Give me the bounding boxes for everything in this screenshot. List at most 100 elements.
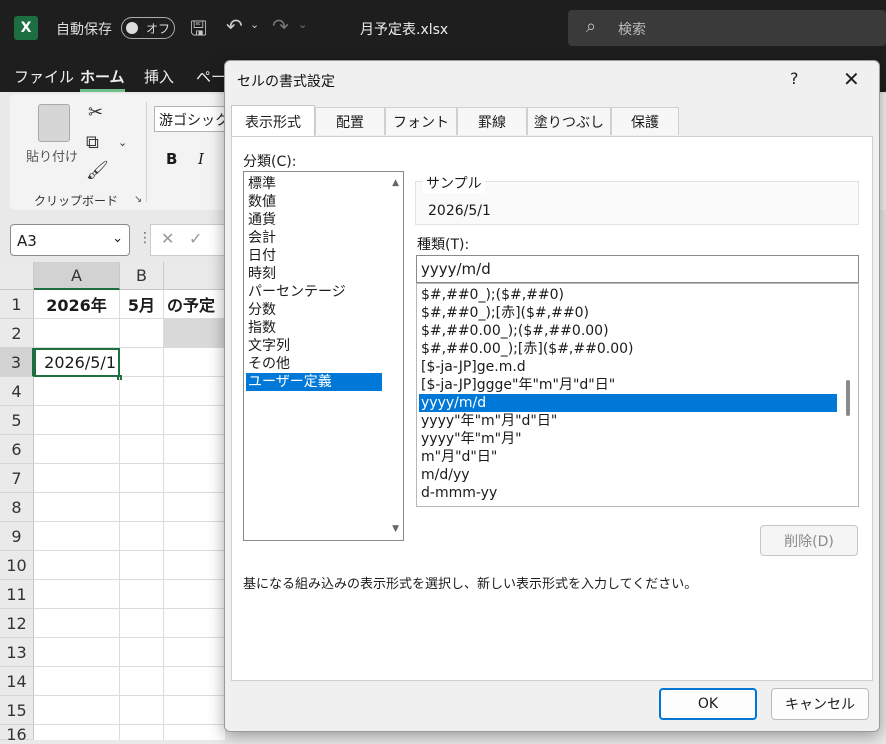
category-item-selected[interactable]: ユーザー定義	[246, 373, 382, 391]
scroll-down-icon[interactable]: ▼	[392, 524, 399, 534]
row-header[interactable]: 2	[0, 319, 34, 348]
select-all-corner[interactable]	[0, 262, 34, 290]
category-list[interactable]: 標準 数値 通貨 会計 日付 時刻 パーセンテージ 分数 指数 文字列 その他 …	[243, 171, 404, 541]
category-item[interactable]: 標準	[246, 175, 382, 193]
undo-dropdown-icon[interactable]: ⌄	[250, 18, 259, 31]
cell-b3[interactable]	[120, 348, 164, 377]
column-header-a[interactable]: A	[34, 262, 120, 290]
autosave-toggle[interactable]: オフ	[121, 17, 175, 39]
redo-dropdown-icon[interactable]: ⌄	[298, 18, 307, 31]
cell-a3[interactable]: 2026/5/1	[34, 348, 120, 377]
tab-alignment[interactable]: 配置	[315, 107, 385, 135]
column-header-c[interactable]	[164, 262, 225, 290]
bold-button[interactable]: B	[166, 150, 177, 168]
format-item[interactable]: $#,##0.00_);[赤]($#,##0.00)	[419, 340, 837, 358]
sample-value: 2026/5/1	[428, 203, 491, 219]
format-item[interactable]: d-mmm-yy	[419, 484, 837, 502]
chevron-down-icon[interactable]: ⌄	[112, 231, 123, 246]
file-name: 月予定表.xlsx	[360, 22, 449, 38]
format-list[interactable]: $#,##0_);($#,##0) $#,##0_);[赤]($#,##0) $…	[416, 283, 859, 507]
search-box[interactable]: ⌕ 検索	[568, 10, 886, 46]
cell-a2[interactable]	[34, 319, 120, 348]
category-label: 分類(C):	[243, 154, 297, 170]
row-header[interactable]: 4	[0, 377, 34, 406]
category-item[interactable]: 通貨	[246, 211, 382, 229]
row-header[interactable]: 11	[0, 580, 34, 609]
row-header[interactable]: 10	[0, 551, 34, 580]
row-header[interactable]: 13	[0, 638, 34, 667]
paste-icon[interactable]	[38, 104, 70, 142]
format-painter-icon[interactable]: 🖌	[86, 160, 109, 181]
menu-file[interactable]: ファイル	[14, 66, 74, 87]
format-item[interactable]: [$-ja-JP]ge.m.d	[419, 358, 837, 376]
format-item[interactable]: $#,##0_);[赤]($#,##0)	[419, 304, 837, 322]
category-item[interactable]: パーセンテージ	[246, 283, 382, 301]
cell-c3[interactable]	[164, 348, 225, 377]
cancel-button[interactable]: キャンセル	[771, 688, 869, 720]
tab-fill[interactable]: 塗りつぶし	[527, 107, 611, 135]
menu-home[interactable]: ホーム	[80, 66, 125, 92]
menu-page[interactable]: ペー	[196, 66, 226, 87]
category-item[interactable]: 会計	[246, 229, 382, 247]
italic-button[interactable]: I	[198, 150, 204, 168]
undo-icon[interactable]: ↶	[226, 14, 243, 38]
format-item[interactable]: $#,##0.00_);($#,##0.00)	[419, 322, 837, 340]
scroll-up-icon[interactable]: ▲	[392, 178, 399, 188]
column-header-b[interactable]: B	[120, 262, 164, 290]
cell-c1[interactable]: の予定	[164, 290, 225, 319]
ok-button[interactable]: OK	[659, 688, 757, 720]
cell-b1[interactable]: 5月	[120, 290, 164, 319]
row-header[interactable]: 9	[0, 522, 34, 551]
copy-icon[interactable]: ⧉	[86, 132, 99, 153]
enter-check-icon[interactable]: ✓	[189, 229, 202, 248]
row-header[interactable]: 6	[0, 435, 34, 464]
clipboard-launcher-icon[interactable]: ↘	[134, 194, 142, 205]
category-item[interactable]: 指数	[246, 319, 382, 337]
menu-insert[interactable]: 挿入	[144, 66, 174, 87]
font-name-box[interactable]: 游ゴシック	[154, 106, 230, 132]
delete-button[interactable]: 削除(D)	[760, 525, 858, 556]
category-item[interactable]: 日付	[246, 247, 382, 265]
cell-a1[interactable]: 2026年	[34, 290, 120, 319]
row-header[interactable]: 7	[0, 464, 34, 493]
category-item[interactable]: 文字列	[246, 337, 382, 355]
format-item[interactable]: yyyy"年"m"月"	[419, 430, 837, 448]
save-icon[interactable]: 🖫	[190, 14, 207, 48]
format-item[interactable]: m"月"d"日"	[419, 448, 837, 466]
cell-c2[interactable]	[164, 319, 225, 348]
row-header[interactable]: 12	[0, 609, 34, 638]
help-icon[interactable]: ?	[790, 69, 799, 88]
row-header[interactable]: 5	[0, 406, 34, 435]
type-input[interactable]: yyyy/m/d	[416, 255, 859, 283]
tab-protection[interactable]: 保護	[611, 107, 679, 135]
format-item[interactable]: $#,##0_);($#,##0)	[419, 286, 837, 304]
row-header[interactable]: 16	[0, 725, 34, 744]
close-icon[interactable]: ✕	[843, 67, 860, 91]
cut-icon[interactable]: ✂	[88, 102, 103, 123]
row-header[interactable]: 1	[0, 290, 34, 319]
category-item[interactable]: その他	[246, 355, 382, 373]
row-header[interactable]: 15	[0, 696, 34, 725]
empty-cells[interactable]	[34, 377, 225, 740]
category-item[interactable]: 数値	[246, 193, 382, 211]
search-icon: ⌕	[586, 16, 597, 37]
name-box[interactable]: A3 ⌄	[10, 224, 130, 256]
format-item-selected[interactable]: yyyy/m/d	[419, 394, 837, 412]
tab-number[interactable]: 表示形式	[231, 105, 315, 137]
row-header[interactable]: 3	[0, 348, 34, 377]
cancel-x-icon[interactable]: ✕	[161, 229, 174, 248]
format-item[interactable]: yyyy"年"m"月"d"日"	[419, 412, 837, 430]
category-item[interactable]: 分数	[246, 301, 382, 319]
redo-icon[interactable]: ↷	[272, 14, 289, 38]
copy-dropdown-icon[interactable]: ⌄	[118, 136, 127, 149]
format-item[interactable]: [$-ja-JP]ggge"年"m"月"d"日"	[419, 376, 837, 394]
row-header[interactable]: 8	[0, 493, 34, 522]
row-header[interactable]: 14	[0, 667, 34, 696]
paste-label[interactable]: 貼り付け	[26, 146, 78, 165]
tab-border[interactable]: 罫線	[457, 107, 527, 135]
tab-font[interactable]: フォント	[385, 107, 457, 135]
category-item[interactable]: 時刻	[246, 265, 382, 283]
format-item[interactable]: m/d/yy	[419, 466, 837, 484]
scrollbar-thumb[interactable]	[846, 380, 850, 416]
cell-b2[interactable]	[120, 319, 164, 348]
